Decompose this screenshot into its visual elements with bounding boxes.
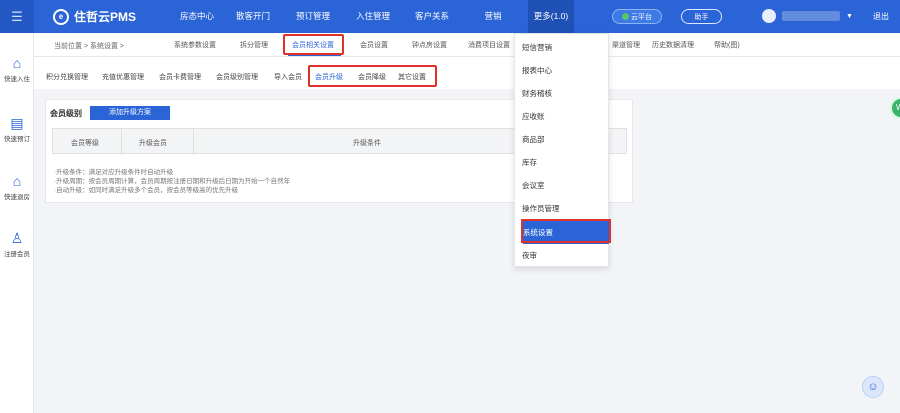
menu-item-receivables[interactable]: 应收账 xyxy=(515,105,608,128)
nav-reservation[interactable]: 预订管理 xyxy=(292,0,334,33)
subtab-import-members[interactable]: 导入会员 xyxy=(274,72,302,82)
breadcrumb-bar: 当前位置 > 系统设置 > 系统参数设置 拆分管理 会员相关设置 会员设置 钟点… xyxy=(34,33,900,57)
customer-service-icon[interactable]: ☺ xyxy=(862,376,884,398)
tab-channel[interactable]: 渠道管理 xyxy=(612,40,640,50)
column-header-upgrade-member: 升级会员 xyxy=(139,140,167,147)
menu-item-inventory[interactable]: 库存 xyxy=(515,151,608,174)
cloud-icon xyxy=(622,13,629,20)
chevron-down-icon: ▼ xyxy=(846,12,853,20)
nav-walkin[interactable]: 散客开门 xyxy=(230,0,276,33)
user-add-icon: ♙ xyxy=(10,230,24,246)
tab-split[interactable]: 拆分管理 xyxy=(240,40,268,50)
menu-item-operators[interactable]: 操作员管理 xyxy=(515,197,608,220)
house-icon: ⌂ xyxy=(12,173,22,189)
column-header-level: 会员等级 xyxy=(71,140,99,147)
subtab-recharge-discount[interactable]: 充值优惠管理 xyxy=(102,72,144,82)
panel-title: 会员级别 xyxy=(50,109,82,118)
highlight-box-subtabs xyxy=(308,65,437,87)
floating-widget-icon[interactable]: W xyxy=(890,97,900,119)
column-divider xyxy=(121,129,122,155)
upgrade-notes: ·升级条件：满足对应升级条件时自动升级 ·升级周期：按会员周期计算，会员周期按注… xyxy=(54,168,290,195)
nav-checkin[interactable]: 入住管理 xyxy=(352,0,394,33)
menu-icon[interactable]: ☰ xyxy=(0,0,34,33)
tab-help[interactable]: 帮助(图) xyxy=(714,40,740,50)
sidebar-item-quick-booking[interactable]: ▤ 快速预订 xyxy=(0,115,34,143)
breadcrumb: 当前位置 > 系统设置 > xyxy=(54,43,125,50)
tab-system-params[interactable]: 系统参数设置 xyxy=(174,40,216,50)
document-icon: ▤ xyxy=(10,115,24,131)
nav-room-status[interactable]: 房态中心 xyxy=(176,0,218,33)
menu-item-night-audit[interactable]: 夜审 xyxy=(515,244,608,267)
add-upgrade-plan-button[interactable]: 添加升级方案 xyxy=(90,106,170,120)
sidebar-item-quick-checkout[interactable]: ⌂ 快速退房 xyxy=(0,173,34,201)
sidebar-item-label: 快速预订 xyxy=(4,136,30,143)
top-navigation-bar: ☰ e 住哲云PMS 房态中心 散客开门 预订管理 入住管理 客户关系 营销 更… xyxy=(0,0,900,33)
user-menu[interactable]: ▼ xyxy=(762,9,853,23)
tab-history-cleanup[interactable]: 历史数据清理 xyxy=(652,40,694,50)
tab-hourly-room[interactable]: 钟点房设置 xyxy=(412,40,447,50)
nav-crm[interactable]: 客户关系 xyxy=(411,0,453,33)
tab-member[interactable]: 会员设置 xyxy=(360,40,388,50)
column-divider xyxy=(193,129,194,155)
sidebar-item-label: 快速退房 xyxy=(4,194,30,201)
sidebar-item-quick-checkin[interactable]: ⌂ 快速入住 xyxy=(0,55,34,83)
sidebar-item-label: 快速入住 xyxy=(4,76,30,83)
highlight-box-member-settings xyxy=(283,34,344,55)
sidebar-item-label: 注册会员 xyxy=(4,251,30,258)
logo-mark-icon: e xyxy=(53,8,69,25)
avatar xyxy=(762,9,776,23)
note-condition: ·升级条件：满足对应升级条件时自动升级 xyxy=(54,169,174,176)
nav-more[interactable]: 更多(1.0) xyxy=(528,0,574,33)
subtab-level-management[interactable]: 会员级别管理 xyxy=(216,72,258,82)
note-auto-upgrade: ·自动升级：如同时满足升级多个会员，按会员等级高的优先升级 xyxy=(54,187,239,194)
logout-link[interactable]: 退出 xyxy=(873,11,889,22)
home-icon: ⌂ xyxy=(12,55,22,71)
note-cycle: ·升级周期：按会员周期计算，会员周期按注册日期和升级后日期为开始一个自然年 xyxy=(54,178,291,185)
menu-item-sms[interactable]: 短信营销 xyxy=(515,36,608,59)
cloud-platform-button[interactable]: 云平台 xyxy=(612,9,662,24)
logo-text: 住哲云PMS xyxy=(74,10,137,24)
sidebar-item-register-member[interactable]: ♙ 注册会员 xyxy=(0,230,34,258)
column-header-condition: 升级条件 xyxy=(353,140,381,147)
menu-item-goods[interactable]: 商品部 xyxy=(515,128,608,151)
highlight-box-system-settings xyxy=(521,219,611,243)
subtab-points-exchange[interactable]: 积分兑换管理 xyxy=(46,72,88,82)
nav-marketing[interactable]: 营销 xyxy=(478,0,508,33)
menu-item-audit[interactable]: 财务稽核 xyxy=(515,82,608,105)
cloud-label: 云平台 xyxy=(631,13,652,21)
tab-consumption-items[interactable]: 消费项目设置 xyxy=(468,40,510,50)
helper-button[interactable]: 助手 xyxy=(681,9,722,24)
logo: e 住哲云PMS xyxy=(53,8,136,25)
subtabs-bar: 积分兑换管理 充值优惠管理 会员卡费管理 会员级别管理 导入会员 会员升级 会员… xyxy=(34,57,900,89)
menu-item-meeting-room[interactable]: 会议室 xyxy=(515,174,608,197)
user-name-blurred xyxy=(782,11,840,21)
subtab-card-fee[interactable]: 会员卡费管理 xyxy=(159,72,201,82)
sidebar: ⌂ 快速入住 ▤ 快速预订 ⌂ 快速退房 ♙ 注册会员 xyxy=(0,33,34,413)
menu-item-reports[interactable]: 报表中心 xyxy=(515,59,608,82)
